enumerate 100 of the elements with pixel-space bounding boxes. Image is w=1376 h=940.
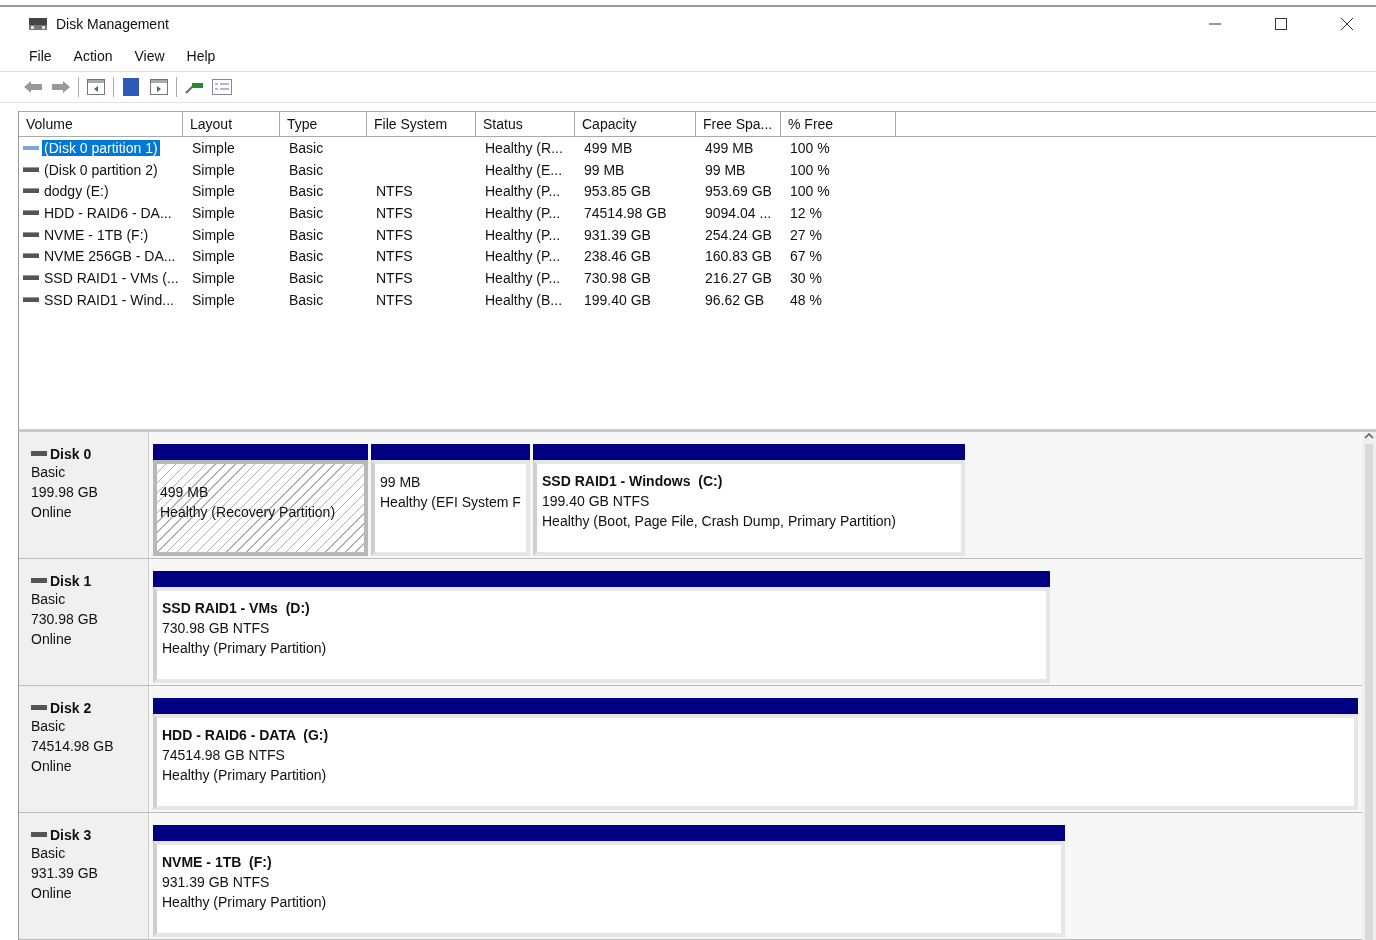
menu-item[interactable]: Action <box>62 48 124 64</box>
table-cell-text: 730.98 GB <box>583 269 652 286</box>
partition-block[interactable]: NVME - 1TB (F:) 931.39 GB NTFS Healthy (Primary Partition) <box>153 841 1065 937</box>
partition-status: Healthy (Primary Partition) <box>162 893 328 912</box>
disk-info-panel[interactable]: Disk 2 Basic 74514.98 GB Online <box>19 686 149 812</box>
partition-title: SSD RAID1 - Windows (C:) <box>542 472 724 491</box>
column-header[interactable]: Free Spa... <box>696 112 781 136</box>
disk-status: Online <box>31 884 73 903</box>
table-cell-text: 499 MB <box>583 139 634 156</box>
partition-status: Healthy (Boot, Page File, Crash Dump, Primary Partition) <box>542 512 897 531</box>
partition-status: Healthy (Primary Partition) <box>162 766 328 785</box>
table-cell-text: NTFS <box>375 291 414 308</box>
disk-status: Online <box>31 757 73 776</box>
disk-size: 199.98 GB <box>31 483 99 502</box>
partition-block[interactable]: HDD - RAID6 - DATA (G:) 74514.98 GB NTFS Healthy (Primary Partition) <box>153 714 1358 810</box>
menu-item[interactable]: File <box>18 48 63 64</box>
partition-block[interactable]: 499 MB Healthy (Recovery Partition) <box>153 460 368 556</box>
disk-info-panel[interactable]: Disk 3 Basic 931.39 GB Online <box>19 813 149 939</box>
table-cell-text: Simple <box>191 139 236 156</box>
volume-name[interactable]: dodgy (E:) <box>42 183 111 200</box>
table-cell-text: 238.46 GB <box>583 248 652 265</box>
table-cell-text: 30 % <box>789 269 823 286</box>
disk-info-panel[interactable]: Disk 0 Basic 199.98 GB Online <box>19 432 149 558</box>
close-icon <box>1340 17 1354 31</box>
scroll-up-icon[interactable] <box>1364 432 1374 440</box>
table-cell-text: 254.24 GB <box>704 226 773 243</box>
table-cell-text: 499 MB <box>704 139 755 156</box>
table-cell-text: NTFS <box>375 248 414 265</box>
table-cell-text: 953.85 GB <box>583 183 652 200</box>
menu-item[interactable]: View <box>123 48 176 64</box>
table-cell-text: 99 MB <box>583 161 626 178</box>
table-cell-text: Simple <box>191 183 236 200</box>
disk-size: 931.39 GB <box>31 864 99 883</box>
partition-block[interactable]: SSD RAID1 - Windows (C:) 199.40 GB NTFS Healthy (Boot, Page File, Crash Dump, Primary Partition) <box>533 460 965 556</box>
disk-type: Basic <box>31 717 67 736</box>
disk-name: Disk 1 <box>50 573 92 589</box>
disk-type: Basic <box>31 844 67 863</box>
column-header[interactable]: Capacity <box>575 112 696 136</box>
volume-name[interactable]: (Disk 0 partition 2) <box>42 161 160 178</box>
properties-button[interactable] <box>211 76 233 98</box>
table-cell-text: 48 % <box>789 291 823 308</box>
table-cell-text: Simple <box>191 269 236 286</box>
table-cell-text: Basic <box>288 139 325 156</box>
drive-icon <box>31 705 47 711</box>
volume-name[interactable]: HDD - RAID6 - DA... <box>42 204 174 221</box>
help-button[interactable] <box>120 76 142 98</box>
column-header[interactable]: File System <box>367 112 476 136</box>
partition-status: Healthy (EFI System F <box>380 493 522 512</box>
maximize-icon <box>1274 17 1288 31</box>
table-cell-text: Basic <box>288 269 325 286</box>
column-header[interactable]: Volume <box>19 112 183 136</box>
drive-icon <box>31 832 47 838</box>
table-cell-text: 199.40 GB <box>583 291 652 308</box>
partition-size: 730.98 GB NTFS <box>162 619 271 638</box>
column-header[interactable]: Status <box>476 112 575 136</box>
disk-name: Disk 3 <box>50 827 92 843</box>
drive-icon <box>31 578 47 584</box>
drive-icon <box>23 252 39 261</box>
table-cell-text: 27 % <box>789 226 823 243</box>
table-cell-text: Simple <box>191 204 236 221</box>
drive-icon <box>23 230 39 239</box>
partition-size: 931.39 GB NTFS <box>162 873 271 892</box>
volume-name[interactable]: SSD RAID1 - VMs (... <box>42 269 181 286</box>
volume-name[interactable]: NVME - 1TB (F:) <box>42 226 151 243</box>
action-pane-button[interactable] <box>148 76 170 98</box>
volume-name[interactable]: (Disk 0 partition 1) <box>42 139 160 156</box>
table-cell-text: Basic <box>288 248 325 265</box>
disk-drive-icon <box>28 16 48 32</box>
disk-type: Basic <box>31 463 67 482</box>
partition-block[interactable]: SSD RAID1 - VMs (D:) 730.98 GB NTFS Healthy (Primary Partition) <box>153 587 1050 683</box>
disk-size: 74514.98 GB <box>31 737 115 756</box>
disk-info-panel[interactable]: Disk 1 Basic 730.98 GB Online <box>19 559 149 685</box>
table-cell-text: Basic <box>288 226 325 243</box>
partition-status: Healthy (Primary Partition) <box>162 639 328 658</box>
table-cell-text: Healthy (B... <box>484 291 564 308</box>
table-cell-text: 931.39 GB <box>583 226 652 243</box>
column-header[interactable]: Layout <box>183 112 280 136</box>
menu-item[interactable]: Help <box>175 48 227 64</box>
partition-block[interactable]: 99 MB Healthy (EFI System F <box>371 460 530 556</box>
drive-icon <box>23 143 39 152</box>
window-title: Disk Management <box>56 16 170 32</box>
drive-icon <box>23 208 39 217</box>
volume-name[interactable]: SSD RAID1 - Wind... <box>42 291 176 308</box>
table-cell-text: Simple <box>191 248 236 265</box>
table-cell-text: 74514.98 GB <box>583 204 668 221</box>
column-header[interactable]: Type <box>280 112 367 136</box>
partition-title: NVME - 1TB (F:) <box>162 853 273 872</box>
partition-size: 499 MB <box>160 483 210 502</box>
table-cell-text: Simple <box>191 291 236 308</box>
console-tree-button[interactable] <box>85 76 107 98</box>
table-cell-text: Healthy (R... <box>484 139 564 156</box>
column-header[interactable]: % Free <box>781 112 896 136</box>
partition-title: SSD RAID1 - VMs (D:) <box>162 599 311 618</box>
table-cell-text: NTFS <box>375 204 414 221</box>
partition-size: 99 MB <box>380 473 422 492</box>
table-cell-text: Basic <box>288 161 325 178</box>
table-cell-text: 12 % <box>789 204 823 221</box>
table-cell-text: Healthy (P... <box>484 204 562 221</box>
volume-name[interactable]: NVME 256GB - DA... <box>42 248 178 265</box>
partition-size: 199.40 GB NTFS <box>542 492 651 511</box>
